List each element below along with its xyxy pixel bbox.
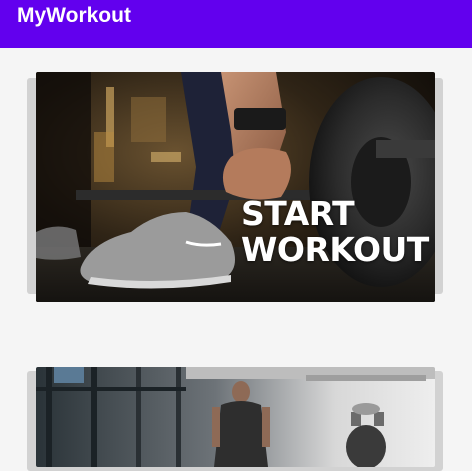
start-workout-card[interactable]: START WORKOUT	[36, 72, 435, 302]
app-title: MyWorkout	[17, 4, 131, 27]
main-content: START WORKOUT	[0, 48, 472, 471]
gym-training-photo	[36, 367, 435, 467]
app-bar: MyWorkout	[0, 0, 472, 48]
start-workout-label: START WORKOUT	[241, 194, 429, 269]
gym-card[interactable]	[36, 367, 435, 467]
